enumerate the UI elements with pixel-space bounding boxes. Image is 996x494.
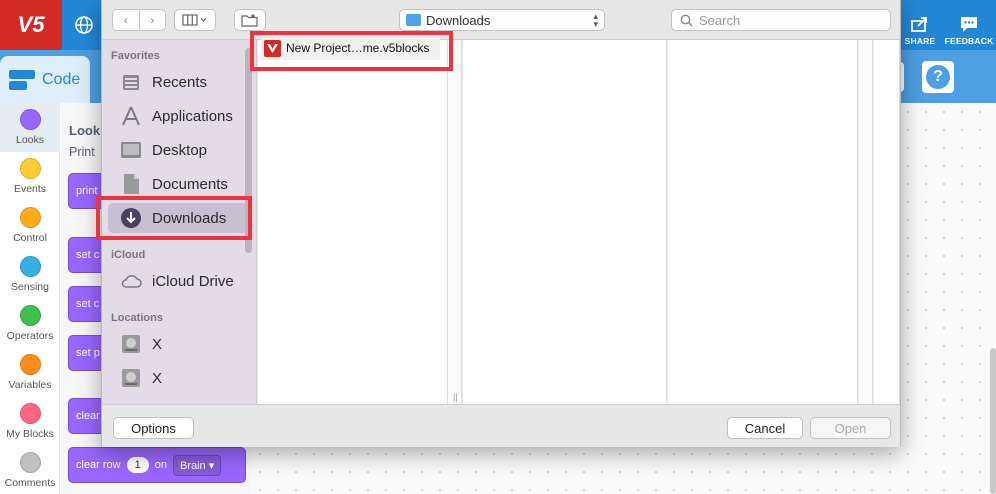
- canvas-scrollbar[interactable]: [990, 348, 996, 494]
- share-button[interactable]: SHARE: [900, 4, 940, 46]
- search-placeholder: Search: [699, 12, 741, 28]
- sidebar-item-desktop[interactable]: Desktop: [108, 135, 248, 165]
- comments-dot-icon: [19, 452, 41, 473]
- back-chevron-icon[interactable]: ‹: [113, 10, 140, 30]
- back-forward-buttons: ‹ ›: [112, 9, 166, 31]
- column-resize-grip-icon[interactable]: ||: [453, 392, 458, 402]
- feedback-icon: [961, 17, 977, 32]
- desktop-icon: [120, 139, 142, 161]
- sidebar-item-recents[interactable]: Recents: [108, 67, 248, 97]
- category-column: Looks Events Control Sensing Operators V…: [0, 103, 60, 494]
- location-label: Downloads: [426, 12, 491, 28]
- icloud-heading: iCloud: [111, 249, 146, 261]
- new-folder-icon: [241, 14, 258, 27]
- updown-chevron-icon: ▴ ▾: [593, 11, 598, 29]
- open-button[interactable]: Open: [810, 417, 891, 439]
- category-operators[interactable]: Operators: [0, 299, 60, 348]
- columns-view-icon: [182, 14, 207, 26]
- sidebar-scrollbar[interactable]: [245, 48, 252, 253]
- recents-icon: [120, 71, 142, 93]
- feedback-button[interactable]: FEEDBACK: [942, 4, 996, 46]
- help-icon: ?: [926, 65, 950, 89]
- category-my-blocks[interactable]: My Blocks: [0, 397, 60, 446]
- share-label: SHARE: [904, 36, 936, 46]
- hard-disk-icon: [120, 333, 142, 355]
- code-tab-label: Code: [42, 70, 81, 88]
- file-name: New Project…me.v5blocks: [286, 41, 430, 55]
- column-resize-strip[interactable]: [448, 40, 462, 404]
- sidebar-item-documents[interactable]: Documents: [108, 169, 248, 199]
- view-mode-button[interactable]: [174, 9, 216, 31]
- location-popup[interactable]: Downloads ▴ ▾: [399, 9, 605, 31]
- documents-icon: [120, 173, 142, 195]
- sidebar-item-downloads[interactable]: Downloads: [108, 203, 248, 233]
- help-button[interactable]: ?: [922, 61, 954, 93]
- block-clear-row[interactable]: clear row 1 on Brain ▾: [68, 447, 246, 483]
- forward-chevron-icon[interactable]: ›: [140, 10, 166, 30]
- looks-dot-icon: [19, 109, 41, 130]
- search-input[interactable]: Search: [671, 9, 891, 31]
- v5blocks-file-icon: [264, 39, 281, 57]
- globe-icon[interactable]: [66, 6, 102, 44]
- events-dot-icon: [19, 158, 41, 179]
- dialog-toolbar: ‹ › Downloads ▴ ▾ Search: [102, 0, 900, 40]
- vex-logo[interactable]: V5: [0, 0, 62, 50]
- control-dot-icon: [19, 207, 41, 228]
- share-icon: [911, 17, 927, 32]
- category-control[interactable]: Control: [0, 201, 60, 250]
- category-variables[interactable]: Variables: [0, 348, 60, 397]
- sidebar-item-disk-1[interactable]: X: [108, 329, 248, 359]
- browser-column-2[interactable]: [463, 40, 667, 404]
- downloads-folder-icon: [406, 14, 421, 26]
- palette-subheading: Print: [69, 145, 95, 159]
- feedback-label: FEEDBACK: [944, 36, 994, 46]
- category-sensing[interactable]: Sensing: [0, 250, 60, 299]
- sensing-dot-icon: [19, 256, 41, 277]
- category-events[interactable]: Events: [0, 152, 60, 201]
- sidebar-item-icloud-drive[interactable]: iCloud Drive: [108, 266, 248, 296]
- favorites-heading: Favorites: [111, 50, 160, 62]
- sidebar-item-applications[interactable]: Applications: [108, 101, 248, 131]
- options-button[interactable]: Options: [113, 417, 194, 439]
- new-folder-button[interactable]: [234, 9, 266, 31]
- category-comments[interactable]: Comments: [0, 446, 60, 494]
- open-file-dialog: ‹ › Downloads ▴ ▾ Search Favorites Recent…: [101, 0, 901, 447]
- browser-column-1[interactable]: [258, 40, 448, 404]
- dialog-footer: Options Cancel Open: [102, 404, 900, 447]
- category-looks[interactable]: Looks: [0, 103, 60, 152]
- my-blocks-dot-icon: [19, 403, 41, 424]
- dialog-sidebar: Favorites Recents Applications Desktop D…: [102, 40, 257, 404]
- locations-heading: Locations: [111, 312, 163, 324]
- file-item-v5blocks[interactable]: New Project…me.v5blocks: [261, 36, 440, 60]
- browser-column-5[interactable]: [874, 40, 900, 404]
- brain-dropdown[interactable]: Brain ▾: [173, 454, 222, 476]
- variables-dot-icon: [19, 354, 41, 375]
- applications-icon: [120, 105, 142, 127]
- palette-heading: Look: [69, 123, 101, 138]
- search-icon: [680, 14, 693, 26]
- browser-column-3[interactable]: [668, 40, 858, 404]
- operators-dot-icon: [19, 305, 41, 326]
- browser-column-4[interactable]: [859, 40, 873, 404]
- download-arrow-icon: [120, 207, 142, 229]
- sidebar-item-disk-2[interactable]: X: [108, 363, 248, 393]
- code-blocks-icon: [9, 69, 35, 90]
- code-tab[interactable]: Code: [0, 56, 90, 103]
- hard-disk-icon: [120, 367, 142, 389]
- cancel-button[interactable]: Cancel: [727, 417, 803, 439]
- cloud-icon: [120, 270, 142, 292]
- row-number-input[interactable]: 1: [126, 457, 149, 473]
